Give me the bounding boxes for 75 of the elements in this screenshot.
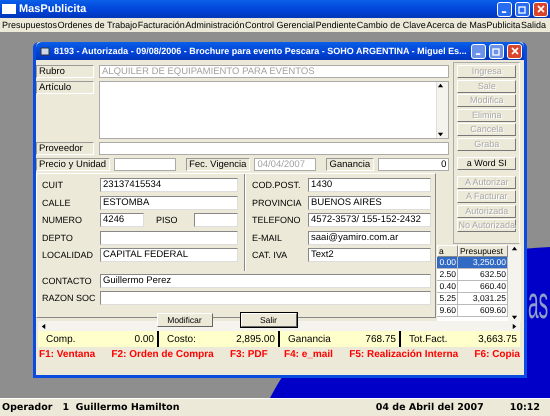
field-label: CALLE bbox=[42, 198, 72, 208]
text-field[interactable]: 0 bbox=[378, 158, 450, 171]
text-field[interactable]: 4572-3573/ 155-152-2432 bbox=[308, 213, 431, 227]
menu-item[interactable]: Facturación bbox=[138, 18, 185, 32]
menu-item[interactable]: Ordenes de Trabajo bbox=[58, 18, 138, 32]
dialog-button[interactable]: Modificar bbox=[156, 313, 212, 327]
shortcut-hint: F6: Copia bbox=[474, 349, 520, 360]
field-label: Fec. Vigencia bbox=[186, 158, 250, 171]
status-label: Operador bbox=[2, 402, 52, 413]
field-label: Precio y Unidad bbox=[36, 158, 110, 171]
field-label: LOCALIDAD bbox=[42, 250, 94, 260]
table-cell: 2.50 bbox=[437, 269, 458, 281]
field-label: TELEFONO bbox=[252, 215, 302, 225]
shortcut-hint: F5: Realización Interna bbox=[349, 349, 458, 360]
field-label: Artículo bbox=[36, 81, 94, 94]
field-label: PISO bbox=[156, 215, 179, 225]
field-label: CAT. IVA bbox=[252, 250, 288, 260]
text-field[interactable]: saai@yamiro.com.ar bbox=[308, 230, 431, 244]
total-label: Comp. bbox=[46, 334, 76, 344]
text-field[interactable]: Guillermo Perez bbox=[100, 274, 431, 288]
table-cell: 609.60 bbox=[458, 305, 508, 317]
logo-text: as bbox=[528, 282, 548, 328]
field-label: DEPTO bbox=[42, 232, 74, 242]
shortcut-hint: F1: Ventana bbox=[39, 349, 96, 360]
table-cell: 0.00 bbox=[437, 257, 458, 269]
status-date: 04 de Abril del 2007 bbox=[376, 402, 484, 413]
total-value: 2,895.00 bbox=[236, 334, 275, 344]
text-field[interactable]: 4246 bbox=[100, 213, 144, 227]
text-field[interactable]: Text2 bbox=[308, 248, 431, 262]
field-label: NUMERO bbox=[42, 215, 83, 225]
table-cell: 3,250.00 bbox=[458, 257, 508, 269]
menu-item[interactable]: Presupuestos bbox=[2, 18, 58, 32]
total-value: 0.00 bbox=[134, 334, 154, 344]
table-cell: 5.25 bbox=[437, 293, 458, 305]
field-label: RAZON SOC bbox=[42, 293, 96, 303]
field-label: Ganancia bbox=[326, 158, 374, 171]
menu-item[interactable]: Pendiente bbox=[316, 18, 356, 32]
total-label: Ganancia bbox=[288, 334, 331, 344]
total-label: Costo: bbox=[167, 334, 196, 344]
shortcut-hint: F4: e_mail bbox=[284, 349, 333, 360]
field-label: Rubro bbox=[36, 65, 94, 78]
menu-item[interactable]: Control Gerencial bbox=[244, 18, 316, 32]
table-cell: 9.60 bbox=[437, 305, 458, 317]
field-label: COD.POST. bbox=[252, 180, 302, 190]
table-cell: 3,031.25 bbox=[458, 293, 508, 305]
field-label: CONTACTO bbox=[42, 276, 93, 286]
menu-item[interactable]: Cambio de Clave bbox=[356, 18, 426, 32]
total-value: 768.75 bbox=[365, 334, 396, 344]
column-header[interactable]: a bbox=[437, 245, 458, 257]
total-value: 3,663.75 bbox=[478, 334, 517, 344]
field-label: CUIT bbox=[42, 180, 64, 190]
app-title: MasPublicita bbox=[19, 3, 88, 15]
table-cell: 0.40 bbox=[437, 281, 458, 293]
shortcut-hint: F3: PDF bbox=[230, 349, 268, 360]
dialog-button[interactable]: Salir bbox=[240, 313, 296, 327]
table-cell: 632.50 bbox=[458, 269, 508, 281]
field-label: E-MAIL bbox=[252, 232, 284, 242]
menu-item[interactable]: Acerca de MasPublicita bbox=[426, 18, 520, 32]
menu-item[interactable]: Salida bbox=[520, 18, 546, 32]
text-field[interactable]: CAPITAL FEDERAL bbox=[100, 248, 238, 262]
text-field[interactable]: 1430 bbox=[308, 178, 431, 192]
text-field[interactable]: ESTOMBA bbox=[100, 196, 238, 210]
menu-item[interactable]: Administración bbox=[185, 18, 244, 32]
table-cell: 660.40 bbox=[458, 281, 508, 293]
field-label: Proveedor bbox=[36, 142, 94, 155]
column-header[interactable]: Presupuest bbox=[458, 245, 508, 257]
status-user: 1 Guillermo Hamilton bbox=[62, 402, 180, 413]
window-title: 8193 - Autorizada - 09/08/2006 - Brochure para evento Pescara - SOHO ARGENTINA - Miguel Es... bbox=[54, 46, 468, 56]
total-label: Tot.Fact. bbox=[409, 334, 448, 344]
text-field[interactable]: 23137415534 bbox=[100, 178, 238, 192]
action-button[interactable]: a Word SI bbox=[457, 156, 516, 170]
text-field[interactable]: BUENOS AIRES bbox=[308, 196, 431, 210]
field-label: PROVINCIA bbox=[252, 198, 303, 208]
status-time: 10:12 bbox=[510, 402, 540, 413]
shortcut-hint: F2: Orden de Compra bbox=[111, 349, 214, 360]
